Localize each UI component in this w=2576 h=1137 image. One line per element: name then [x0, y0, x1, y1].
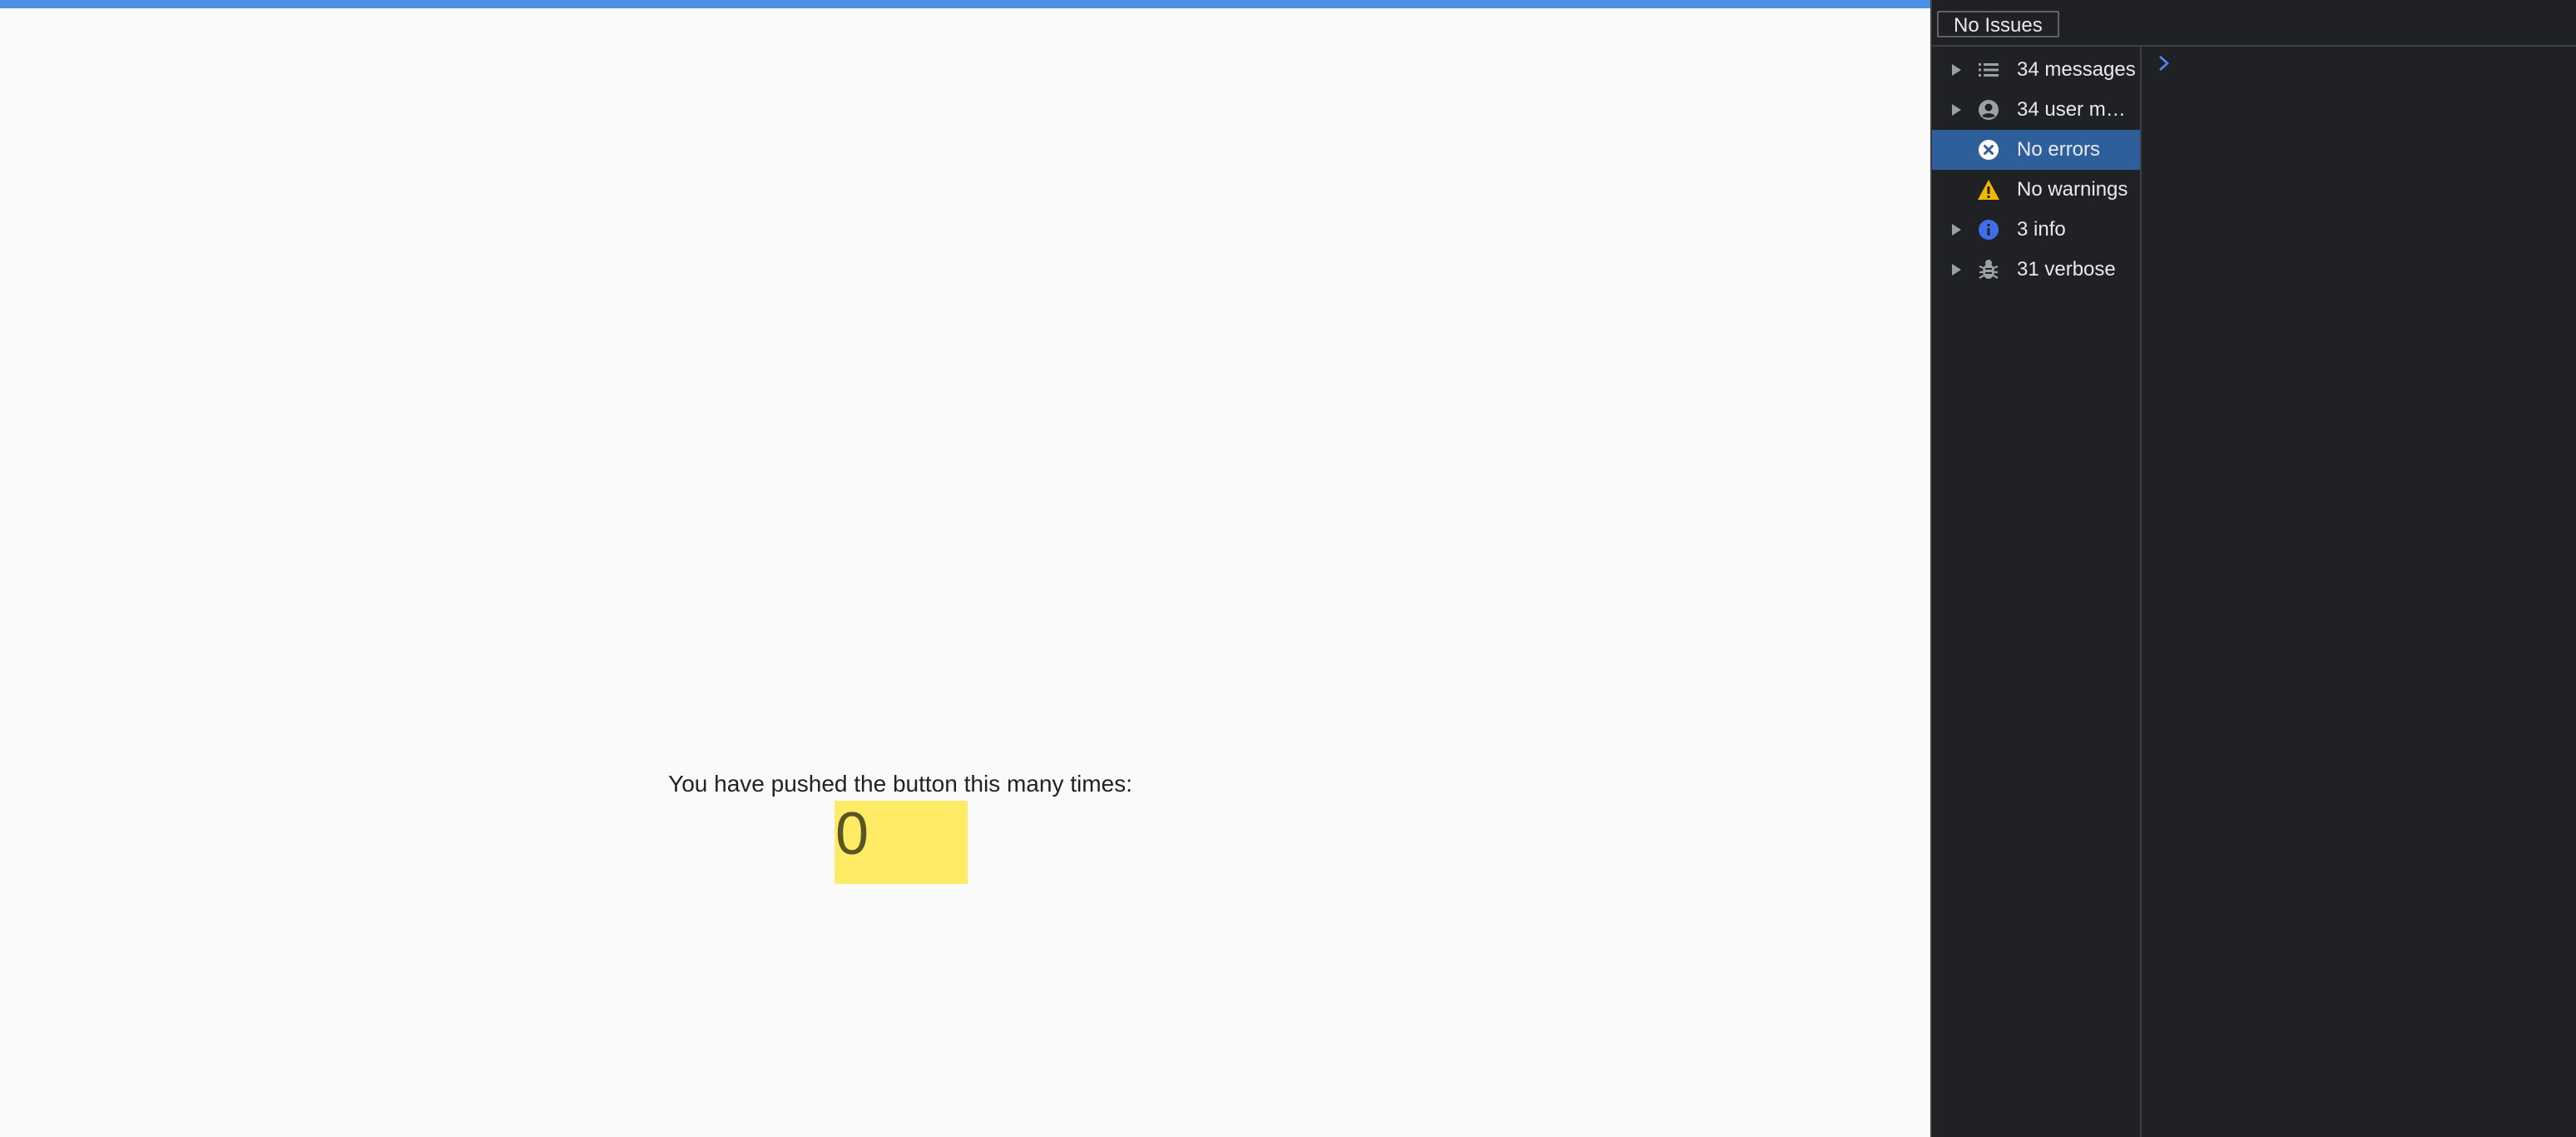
expand-arrow-icon[interactable]: [1952, 264, 1961, 276]
sidebar-item-errors[interactable]: No errors: [1932, 130, 2140, 170]
user-icon: [1979, 100, 1999, 120]
app-bar: [0, 0, 1930, 8]
console-prompt-chevron-icon[interactable]: [2157, 53, 2172, 73]
warning-icon: [1978, 180, 1999, 200]
counter-highlight: 0: [835, 801, 968, 884]
expand-arrow-icon[interactable]: [1952, 224, 1961, 236]
sidebar-item-label: 3 info: [2017, 218, 2066, 241]
sidebar-item-user-messages[interactable]: 34 user messages: [1932, 90, 2140, 130]
issues-toolbar: No Issues: [1932, 0, 2576, 47]
sidebar-item-warnings[interactable]: No warnings: [1932, 170, 2140, 210]
list-icon: [1979, 63, 1999, 77]
counter-value: 0: [835, 801, 869, 867]
sidebar-item-label: No warnings: [2017, 178, 2128, 201]
counter-label: You have pushed the button this many tim…: [668, 771, 1132, 797]
expand-arrow-icon[interactable]: [1952, 64, 1961, 76]
error-icon: [1979, 140, 1999, 160]
sidebar-item-label: 34 messages: [2017, 58, 2136, 81]
devtools-console-panel: No Issues 34 messages 34 user messages: [1930, 0, 2576, 1137]
flutter-app: You have pushed the button this many tim…: [0, 0, 1930, 1137]
sidebar-item-info[interactable]: 3 info: [1932, 210, 2140, 250]
info-icon: [1979, 220, 1999, 240]
bug-icon: [1979, 260, 1999, 279]
sidebar-item-label: 31 verbose: [2017, 258, 2116, 281]
sidebar-item-verbose[interactable]: 31 verbose: [1932, 250, 2140, 290]
sidebar-item-label: 34 user messages: [2017, 98, 2137, 121]
sidebar-item-messages[interactable]: 34 messages: [1932, 50, 2140, 90]
console-sidebar: 34 messages 34 user messages No errors: [1932, 47, 2142, 1137]
issues-button[interactable]: No Issues: [1937, 11, 2059, 37]
expand-arrow-icon[interactable]: [1952, 104, 1961, 116]
sidebar-item-label: No errors: [2017, 138, 2101, 161]
